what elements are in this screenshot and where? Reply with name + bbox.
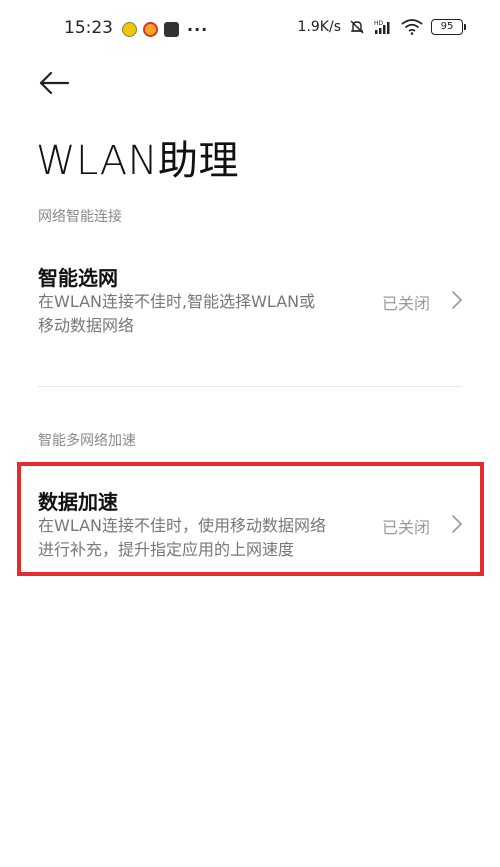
list-item-smart-network-select[interactable]: 智能选网 在WLAN连接不佳时,智能选择WLAN或 移动数据网络 已关闭 xyxy=(0,256,500,352)
status-bar: 15:23 ··· 1.9K/s HD 95 xyxy=(0,0,500,56)
net-speed: 1.9K/s xyxy=(297,19,341,35)
divider xyxy=(38,386,462,387)
page-title: WLAN助理 xyxy=(36,138,240,184)
highlight-box xyxy=(17,462,484,576)
app-notification-icon xyxy=(122,22,137,37)
svg-text:HD: HD xyxy=(374,20,384,27)
section-header-smart-connect: 网络智能连接 xyxy=(38,209,122,225)
battery-level: 95 xyxy=(431,19,463,35)
alarm-off-icon xyxy=(350,20,364,34)
signal-icon: HD xyxy=(374,20,390,34)
chevron-right-icon xyxy=(452,291,462,309)
app-notification-icon xyxy=(164,22,179,37)
item-description-line: 移动数据网络 xyxy=(38,316,135,335)
back-arrow-icon[interactable] xyxy=(38,68,72,98)
notification-icons: ··· xyxy=(122,20,208,39)
item-title: 智能选网 xyxy=(38,266,118,290)
more-notifications-icon: ··· xyxy=(187,20,209,39)
item-description: 在WLAN连接不佳时,智能选择WLAN或 移动数据网络 xyxy=(38,290,368,338)
item-description-line: 在WLAN连接不佳时,智能选择WLAN或 xyxy=(38,292,316,311)
battery-icon: 95 xyxy=(431,19,466,35)
weibo-icon xyxy=(143,22,158,37)
status-right: 1.9K/s HD 95 xyxy=(298,19,466,35)
status-value: 已关闭 xyxy=(382,294,431,313)
wifi-icon xyxy=(401,19,423,35)
status-time: 15:23 xyxy=(64,18,113,38)
section-header-multi-network-boost: 智能多网络加速 xyxy=(38,433,136,449)
